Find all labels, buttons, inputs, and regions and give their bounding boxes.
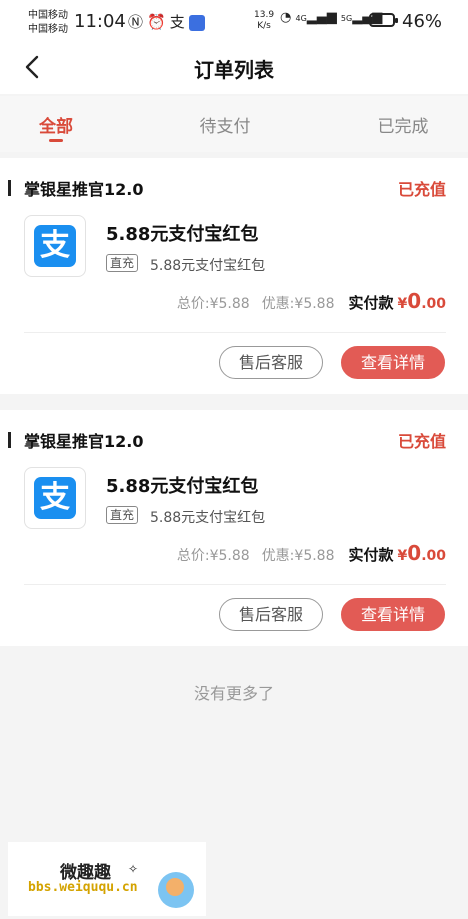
watermark-url: bbs.weiququ.cn <box>28 880 138 895</box>
paid-label: 实付款 <box>348 294 394 312</box>
product-image[interactable]: 支 <box>24 467 86 529</box>
net-speed-unit: K/s <box>257 21 271 31</box>
battery-fill <box>373 17 382 23</box>
product-spec: 5.88元支付宝红包 <box>150 258 266 274</box>
paid-amount-integer: 0 <box>407 541 422 565</box>
order-status: 已充值 <box>397 180 446 199</box>
view-details-button[interactable]: 查看详情 <box>341 346 445 379</box>
store-name: 掌银星推官12.0 <box>24 432 144 451</box>
signal-group: ◔ 4G▂▄▆ 5G▂▄▆ <box>280 10 382 25</box>
product-image[interactable]: 支 <box>24 215 86 277</box>
alarm-icon: ⏰ <box>147 13 170 31</box>
alipay-notify-icon: 支 <box>169 13 189 31</box>
after-sales-service-button[interactable]: 售后客服 <box>219 598 323 631</box>
battery-icon <box>369 13 398 27</box>
network-2-label: 5G <box>340 14 353 23</box>
clock: 11:04 <box>74 11 126 32</box>
total-price: ¥5.88 <box>209 548 250 564</box>
paid-currency: ¥ <box>397 296 408 312</box>
discount-label: 优惠: <box>261 548 295 564</box>
store-marker <box>8 180 11 196</box>
recharge-type-badge: 直充 <box>106 254 139 272</box>
alipay-icon: 支 <box>34 477 76 519</box>
tab-all[interactable]: 全部 <box>1 112 111 137</box>
divider <box>24 584 446 585</box>
view-details-button[interactable]: 查看详情 <box>341 598 445 631</box>
sparkle-icon: ✧ <box>128 862 139 876</box>
tab-active-indicator <box>49 139 63 142</box>
order-status: 已充值 <box>397 432 446 451</box>
paid-currency: ¥ <box>397 548 408 564</box>
network-1-label: 4G <box>295 14 307 23</box>
store-name: 掌银星推官12.0 <box>24 180 144 199</box>
discount-amount: ¥5.88 <box>294 296 335 312</box>
discount-label: 优惠: <box>261 296 295 312</box>
notification-icons: Ⓝ⏰支 <box>128 11 205 32</box>
discount-amount: ¥5.88 <box>294 548 335 564</box>
status-bar: 中国移动 中国移动 11:04 Ⓝ⏰支 13.9 K/s ◔ 4G▂▄▆ 5G▂… <box>0 0 468 42</box>
alipay-icon: 支 <box>34 225 76 267</box>
recharge-type-badge: 直充 <box>106 506 139 524</box>
nfc-icon: Ⓝ <box>128 13 148 31</box>
order-card: 掌银星推官12.0 已充值 支 5.88元支付宝红包 直充 5.88元支付宝红包… <box>0 158 468 394</box>
product-spec: 5.88元支付宝红包 <box>150 510 266 526</box>
total-price: ¥5.88 <box>209 296 250 312</box>
order-tabs: 全部 待支付 已完成 <box>0 96 468 152</box>
product-name[interactable]: 5.88元支付宝红包 <box>106 220 258 246</box>
total-label: 总价: <box>176 296 210 312</box>
wifi-icon: ◔ <box>280 10 292 25</box>
divider <box>24 332 446 333</box>
carrier-labels: 中国移动 中国移动 <box>28 9 68 37</box>
tab-pending-payment[interactable]: 待支付 <box>170 112 280 137</box>
signal-1-icon: ▂▄▆ <box>306 10 337 25</box>
price-summary: 总价:¥5.88 优惠:¥5.88 实付款 ¥0.00 <box>177 289 446 313</box>
order-card: 掌银星推官12.0 已充值 支 5.88元支付宝红包 直充 5.88元支付宝红包… <box>0 410 468 646</box>
total-label: 总价: <box>176 548 210 564</box>
tab-completed[interactable]: 已完成 <box>348 112 458 137</box>
carrier-2: 中国移动 <box>28 24 68 35</box>
watermark: 微趣趣 ✧ bbs.weiququ.cn <box>8 842 206 916</box>
product-name[interactable]: 5.88元支付宝红包 <box>106 472 258 498</box>
app-header: 订单列表 <box>0 42 468 94</box>
app-notify-icon <box>188 14 205 31</box>
carrier-1: 中国移动 <box>28 10 68 21</box>
paid-amount-decimal: .00 <box>421 548 446 564</box>
net-speed-value: 13.9 <box>254 10 275 20</box>
page-title: 订单列表 <box>194 58 274 82</box>
paid-label: 实付款 <box>348 546 394 564</box>
after-sales-service-button[interactable]: 售后客服 <box>219 346 323 379</box>
net-speed: 13.9 K/s <box>254 10 274 32</box>
swimmer-mascot-icon <box>158 872 194 908</box>
price-summary: 总价:¥5.88 优惠:¥5.88 实付款 ¥0.00 <box>177 541 446 565</box>
paid-amount-decimal: .00 <box>421 296 446 312</box>
store-marker <box>8 432 11 448</box>
paid-amount-integer: 0 <box>407 289 422 313</box>
battery-percent: 46% <box>402 11 443 32</box>
list-end-text: 没有更多了 <box>193 684 274 703</box>
